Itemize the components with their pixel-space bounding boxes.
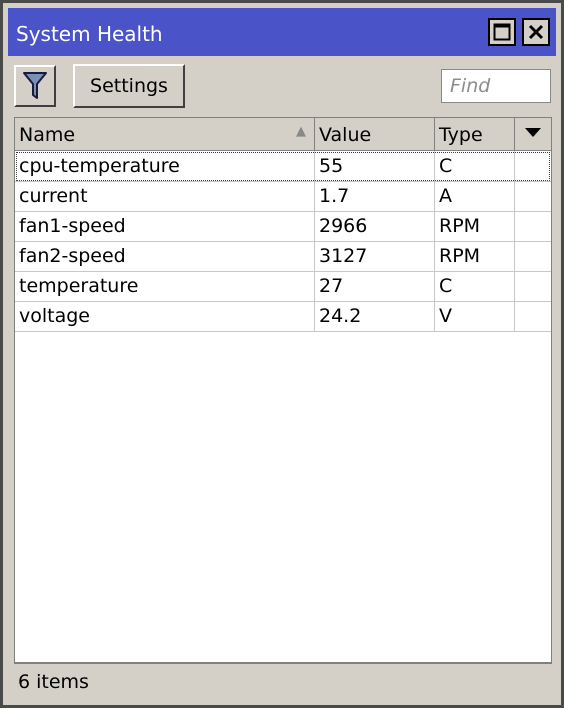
cell-type: C (435, 151, 515, 181)
maximize-icon (493, 23, 511, 41)
find-input[interactable] (441, 69, 551, 103)
close-icon (528, 24, 544, 40)
settings-button[interactable]: Settings (73, 64, 185, 108)
cell-name: voltage (15, 301, 315, 331)
dropdown-arrow-icon (525, 128, 541, 137)
table-row[interactable]: temperature 27 C (15, 271, 551, 302)
column-header-name[interactable]: Name ▲ (15, 118, 315, 150)
cell-name: fan2-speed (15, 241, 315, 271)
column-header-type[interactable]: Type (435, 118, 515, 150)
status-bar: 6 items (14, 663, 552, 699)
table-row[interactable]: cpu-temperature 55 C (15, 151, 551, 182)
cell-empty (515, 181, 551, 211)
table-row[interactable]: voltage 24.2 V (15, 301, 551, 332)
cell-empty (515, 271, 551, 301)
table-row[interactable]: current 1.7 A (15, 181, 551, 212)
cell-type: C (435, 271, 515, 301)
filter-icon (23, 72, 47, 99)
cell-name: temperature (15, 271, 315, 301)
cell-empty (515, 211, 551, 241)
sort-ascending-icon: ▲ (296, 124, 306, 139)
table-header: Name ▲ Value Type (15, 118, 551, 151)
cell-value: 1.7 (315, 181, 435, 211)
item-count: 6 items (18, 671, 89, 693)
cell-type: A (435, 181, 515, 211)
window-title: System Health (16, 22, 163, 46)
table-row[interactable]: fan2-speed 3127 RPM (15, 241, 551, 272)
cell-name: cpu-temperature (15, 151, 315, 181)
health-table: Name ▲ Value Type cpu-temperature 55 C c… (14, 117, 552, 663)
cell-value: 24.2 (315, 301, 435, 331)
close-button[interactable] (522, 18, 550, 46)
cell-empty (515, 241, 551, 271)
system-health-window: System Health Settings Name ▲ (0, 0, 564, 708)
cell-empty (515, 151, 551, 181)
cell-empty (515, 301, 551, 331)
filter-button[interactable] (14, 65, 56, 107)
maximize-button[interactable] (488, 18, 516, 46)
cell-name: current (15, 181, 315, 211)
column-header-value[interactable]: Value (315, 118, 435, 150)
cell-type: V (435, 301, 515, 331)
cell-name: fan1-speed (15, 211, 315, 241)
title-bar[interactable]: System Health (8, 8, 556, 56)
cell-value: 3127 (315, 241, 435, 271)
cell-value: 55 (315, 151, 435, 181)
toolbar: Settings (8, 56, 556, 114)
column-menu-button[interactable] (515, 118, 551, 150)
cell-value: 27 (315, 271, 435, 301)
cell-value: 2966 (315, 211, 435, 241)
cell-type: RPM (435, 241, 515, 271)
cell-type: RPM (435, 211, 515, 241)
table-row[interactable]: fan1-speed 2966 RPM (15, 211, 551, 242)
